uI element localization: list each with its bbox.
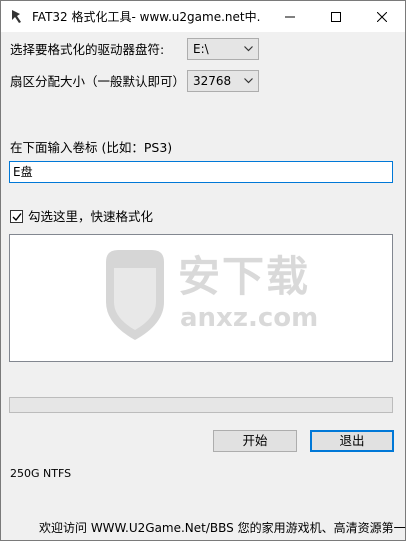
chevron-down-icon xyxy=(244,46,253,52)
drive-status-text: 250G NTFS xyxy=(10,467,72,480)
start-button[interactable]: 开始 xyxy=(213,430,297,452)
chevron-down-icon xyxy=(244,78,253,84)
drive-label: 选择要格式化的驱动器盘符: xyxy=(10,42,165,57)
quick-format-checkbox[interactable] xyxy=(10,210,23,223)
drive-select-value: E:\ xyxy=(193,42,209,56)
footer-text: 欢迎访问 WWW.U2Game.Net/BBS 您的家用游戏机、高清资源第一站 xyxy=(39,521,406,535)
maximize-button[interactable] xyxy=(313,1,359,32)
app-icon xyxy=(9,8,25,24)
watermark-brand: 安下载 xyxy=(178,252,311,301)
maximize-icon xyxy=(331,11,341,22)
checkmark-icon xyxy=(12,213,22,222)
watermark: 安下载 anxz.com xyxy=(98,242,318,352)
volume-label: 在下面输入卷标 (比如：PS3) xyxy=(10,140,173,155)
minimize-icon xyxy=(285,16,295,17)
exit-button[interactable]: 退出 xyxy=(310,430,394,452)
close-button[interactable] xyxy=(359,1,405,32)
log-listbox[interactable]: 安下载 anxz.com xyxy=(9,234,393,362)
window-title: FAT32 格式化工具- www.u2game.net中... xyxy=(32,10,260,24)
watermark-domain: anxz.com xyxy=(180,303,319,333)
cluster-select[interactable]: 32768 xyxy=(187,70,259,92)
quick-format-label: 勾选这里，快速格式化 xyxy=(28,209,154,224)
cluster-select-value: 32768 xyxy=(193,74,232,88)
close-icon xyxy=(377,11,387,22)
volume-input[interactable]: E盘 xyxy=(9,161,393,183)
drive-select[interactable]: E:\ xyxy=(187,38,259,60)
minimize-button[interactable] xyxy=(267,1,313,32)
format-progress-bar xyxy=(9,397,393,413)
cluster-label: 扇区分配大小（一般默认即可） xyxy=(10,74,186,89)
title-bar[interactable]: FAT32 格式化工具- www.u2game.net中... xyxy=(1,1,405,32)
